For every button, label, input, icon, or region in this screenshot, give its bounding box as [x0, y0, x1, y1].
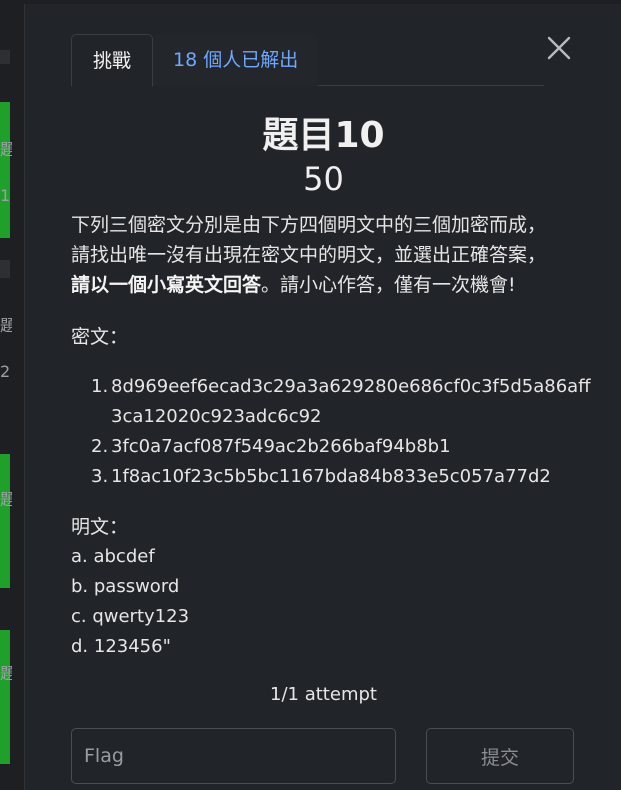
challenge-modal: 挑戰 18 個人已解出 題目10 50 下列三個密文分別是由下方四個明文中的三個…	[24, 4, 621, 790]
tab-challenge[interactable]: 挑戰	[71, 34, 153, 87]
description-tail: 。請小心作答，僅有一次機會!	[261, 274, 516, 296]
attempts-counter: 1/1 attempt	[270, 684, 377, 705]
challenge-value: 50	[303, 160, 344, 198]
plaintext-list: a. abcdef b. password c. qwerty123 d. 12…	[71, 542, 189, 662]
list-item: 1. 8d969eef6ecad3c29a3a629280e686cf0c3f5d…	[91, 372, 591, 432]
bg-card-label: 1	[0, 186, 11, 205]
list-number: 3.	[91, 466, 109, 487]
bg-challenge-card[interactable]	[0, 102, 10, 238]
ciphertext-list: 1. 8d969eef6ecad3c29a3a629280e686cf0c3f5d…	[91, 372, 591, 492]
bg-card-label: 題	[0, 664, 12, 683]
flag-input[interactable]	[71, 728, 396, 784]
list-item: b. password	[71, 576, 180, 597]
list-item: c. qwerty123	[71, 606, 190, 627]
description-line: 請以一個小寫英文回答。請小心作答，僅有一次機會!	[71, 270, 591, 300]
challenge-description: 下列三個密文分別是由下方四個明文中的三個加密而成， 請找出唯一沒有出現在密文中的…	[71, 210, 591, 300]
close-button[interactable]	[545, 34, 573, 62]
tab-bar: 挑戰 18 個人已解出	[71, 34, 544, 87]
ciphertext-label: 密文：	[71, 326, 129, 348]
bg-challenge-card[interactable]	[0, 630, 10, 764]
list-item: 2. 3fc0a7acf087f549ac2b266baf94b8b1	[91, 432, 591, 462]
ciphertext-value: 8d969eef6ecad3c29a3a629280e686cf0c3f5d5a…	[111, 376, 591, 427]
description-line: 請找出唯一沒有出現在密文中的明文，並選出正確答案，	[71, 244, 547, 266]
list-item: a. abcdef	[71, 546, 155, 567]
list-item: 3. 1f8ac10f23c5b5bc1167bda84b833e5c057a77…	[91, 462, 591, 492]
challenge-title: 題目10	[262, 115, 385, 156]
bg-card-label: 題	[0, 316, 12, 335]
list-number: 1.	[91, 376, 109, 397]
ciphertext-value: 3fc0a7acf087f549ac2b266baf94b8b1	[111, 436, 451, 457]
bg-card-label: 題	[0, 140, 12, 159]
description-line: 下列三個密文分別是由下方四個明文中的三個加密而成，	[71, 214, 547, 236]
bg-panel	[0, 50, 10, 64]
plaintext-label: 明文：	[71, 516, 129, 538]
bg-challenge-card[interactable]	[0, 454, 10, 588]
bg-card-label: 2	[0, 362, 11, 381]
bg-panel	[0, 260, 10, 278]
list-item: d. 123456"	[71, 636, 171, 657]
tab-solves[interactable]: 18 個人已解出	[153, 34, 319, 86]
ciphertext-value: 1f8ac10f23c5b5bc1167bda84b833e5c057a77d2	[111, 466, 551, 487]
bg-card-label: 題	[0, 490, 12, 509]
close-icon	[547, 36, 571, 60]
submit-button[interactable]: 提交	[426, 728, 574, 784]
description-bold: 請以一個小寫英文回答	[71, 274, 262, 296]
list-number: 2.	[91, 436, 109, 457]
